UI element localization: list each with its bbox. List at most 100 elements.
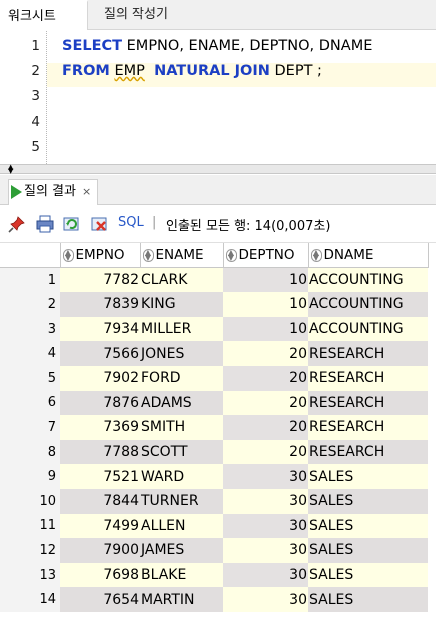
keyword-from: FROM (62, 63, 110, 79)
close-tab-button[interactable]: × (82, 185, 91, 198)
column-header-ename[interactable]: ▲ ▼ ENAME (140, 243, 224, 269)
sql-link[interactable]: SQL (118, 215, 144, 230)
cell-dname[interactable]: ACCOUNTING (308, 292, 428, 317)
cell-deptno[interactable]: 30 (223, 513, 308, 539)
cell-ename[interactable]: JONES (140, 341, 223, 366)
cell-deptno[interactable]: 20 (223, 341, 308, 366)
cell-empno[interactable]: 7782 (60, 267, 140, 293)
cell-deptno[interactable]: 10 (223, 267, 308, 293)
delete-icon[interactable] (90, 215, 108, 233)
cell-dname[interactable]: RESEARCH (308, 439, 428, 465)
table-row[interactable]: 13 7698 BLAKE 30 SALES (0, 562, 428, 588)
sql-editor[interactable]: 1 2 3 4 5 SELECT EMPNO, ENAME, DEPTNO, D… (0, 31, 436, 164)
table-row[interactable]: 2 7839 KING 10 ACCOUNTING (0, 292, 428, 317)
cell-ename[interactable]: ADAMS (140, 390, 223, 416)
cell-deptno[interactable]: 30 (223, 488, 308, 514)
cell-empno[interactable]: 7788 (60, 439, 140, 465)
sort-icon[interactable]: ▲ ▼ (310, 248, 322, 262)
cell-ename[interactable]: MARTIN (140, 587, 223, 612)
cell-empno[interactable]: 7369 (60, 415, 140, 440)
tab-worksheet[interactable]: 워크시트 (0, 0, 88, 30)
run-icon (11, 184, 22, 199)
table-row[interactable]: 10 7844 TURNER 30 SALES (0, 488, 428, 514)
cell-ename[interactable]: WARD (140, 464, 223, 489)
cell-deptno[interactable]: 20 (223, 390, 308, 416)
table-row[interactable]: 11 7499 ALLEN 30 SALES (0, 513, 428, 539)
keyword-natural-join: NATURAL JOIN (154, 63, 270, 79)
tab-query-result[interactable]: 질의 결과 × (8, 179, 99, 205)
cell-empno[interactable]: 7876 (60, 390, 140, 416)
results-tabbar: 질의 결과 × (0, 175, 436, 205)
row-number: 9 (0, 464, 60, 489)
cell-empno[interactable]: 7844 (60, 488, 140, 514)
column-header-dname[interactable]: ▲ ▼ DNAME (308, 243, 429, 269)
cell-empno[interactable]: 7900 (60, 538, 140, 563)
cell-deptno[interactable]: 30 (223, 562, 308, 588)
sort-icon[interactable]: ▲ ▼ (142, 248, 154, 262)
cell-empno[interactable]: 7902 (60, 365, 140, 391)
pin-icon[interactable] (8, 215, 26, 233)
cell-dname[interactable]: RESEARCH (308, 341, 428, 366)
table-row[interactable]: 9 7521 WARD 30 SALES (0, 464, 428, 489)
cell-ename[interactable]: SCOTT (140, 439, 223, 465)
cell-empno[interactable]: 7654 (60, 587, 140, 612)
cell-ename[interactable]: MILLER (140, 316, 223, 342)
cell-ename[interactable]: TURNER (140, 488, 223, 514)
cell-ename[interactable]: BLAKE (140, 562, 223, 588)
panel-splitter[interactable]: ▲ ▼ (0, 164, 436, 175)
cell-ename[interactable]: SMITH (140, 415, 223, 440)
code-line-2[interactable]: FROM EMP NATURAL JOIN DEPT ; (62, 63, 322, 79)
line-number-gutter: 1 2 3 4 5 (0, 31, 46, 164)
sort-icon[interactable]: ▲ ▼ (62, 248, 74, 262)
table-row[interactable]: 3 7934 MILLER 10 ACCOUNTING (0, 316, 428, 342)
cell-deptno[interactable]: 20 (223, 365, 308, 391)
cell-deptno[interactable]: 20 (223, 439, 308, 465)
column-header-empno[interactable]: ▲ ▼ EMPNO (60, 243, 141, 269)
cell-deptno[interactable]: 30 (223, 587, 308, 612)
cell-ename[interactable]: KING (140, 292, 223, 317)
table-row[interactable]: 6 7876 ADAMS 20 RESEARCH (0, 390, 428, 416)
cell-empno[interactable]: 7839 (60, 292, 140, 317)
table-row[interactable]: 8 7788 SCOTT 20 RESEARCH (0, 439, 428, 465)
table-row[interactable]: 1 7782 CLARK 10 ACCOUNTING (0, 267, 428, 293)
table-row[interactable]: 4 7566 JONES 20 RESEARCH (0, 341, 428, 366)
table-row[interactable]: 14 7654 MARTIN 30 SALES (0, 587, 428, 612)
cell-empno[interactable]: 7698 (60, 562, 140, 588)
cell-empno[interactable]: 7499 (60, 513, 140, 539)
table-row[interactable]: 7 7369 SMITH 20 RESEARCH (0, 415, 428, 440)
cell-dname[interactable]: SALES (308, 464, 428, 489)
cell-deptno[interactable]: 30 (223, 464, 308, 489)
cell-ename[interactable]: CLARK (140, 267, 223, 293)
print-icon[interactable] (36, 215, 54, 233)
cell-dname[interactable]: SALES (308, 562, 428, 588)
cell-ename[interactable]: ALLEN (140, 513, 223, 539)
cell-dname[interactable]: RESEARCH (308, 365, 428, 391)
sort-icon[interactable]: ▲ ▼ (225, 248, 237, 262)
refresh-icon[interactable] (62, 215, 80, 233)
column-header-deptno[interactable]: ▲ ▼ DEPTNO (223, 243, 309, 269)
table-row[interactable]: 5 7902 FORD 20 RESEARCH (0, 365, 428, 391)
cell-dname[interactable]: ACCOUNTING (308, 267, 428, 293)
cell-dname[interactable]: SALES (308, 538, 428, 563)
cell-deptno[interactable]: 20 (223, 415, 308, 440)
tab-query-builder[interactable]: 질의 작성기 (96, 0, 176, 30)
cell-dname[interactable]: SALES (308, 488, 428, 514)
cell-dname[interactable]: RESEARCH (308, 415, 428, 440)
line-number: 3 (31, 88, 40, 104)
cell-dname[interactable]: RESEARCH (308, 390, 428, 416)
cell-deptno[interactable]: 10 (223, 292, 308, 317)
code-line-1[interactable]: SELECT EMPNO, ENAME, DEPTNO, DNAME (62, 38, 372, 54)
table-row[interactable]: 12 7900 JAMES 30 SALES (0, 538, 428, 563)
cell-ename[interactable]: FORD (140, 365, 223, 391)
cell-deptno[interactable]: 30 (223, 538, 308, 563)
cell-empno[interactable]: 7934 (60, 316, 140, 342)
cell-dname[interactable]: SALES (308, 587, 428, 612)
cell-empno[interactable]: 7566 (60, 341, 140, 366)
cell-dname[interactable]: SALES (308, 513, 428, 539)
cell-deptno[interactable]: 10 (223, 316, 308, 342)
splitter-arrows-icon[interactable]: ▲ ▼ (8, 164, 13, 175)
cell-dname[interactable]: ACCOUNTING (308, 316, 428, 342)
cell-ename[interactable]: JAMES (140, 538, 223, 563)
cell-empno[interactable]: 7521 (60, 464, 140, 489)
results-grid[interactable]: ▲ ▼ EMPNO ▲ ▼ ENAME ▲ ▼ DEPTNO ▲ ▼ DNAME 1 7782 … (0, 243, 436, 612)
